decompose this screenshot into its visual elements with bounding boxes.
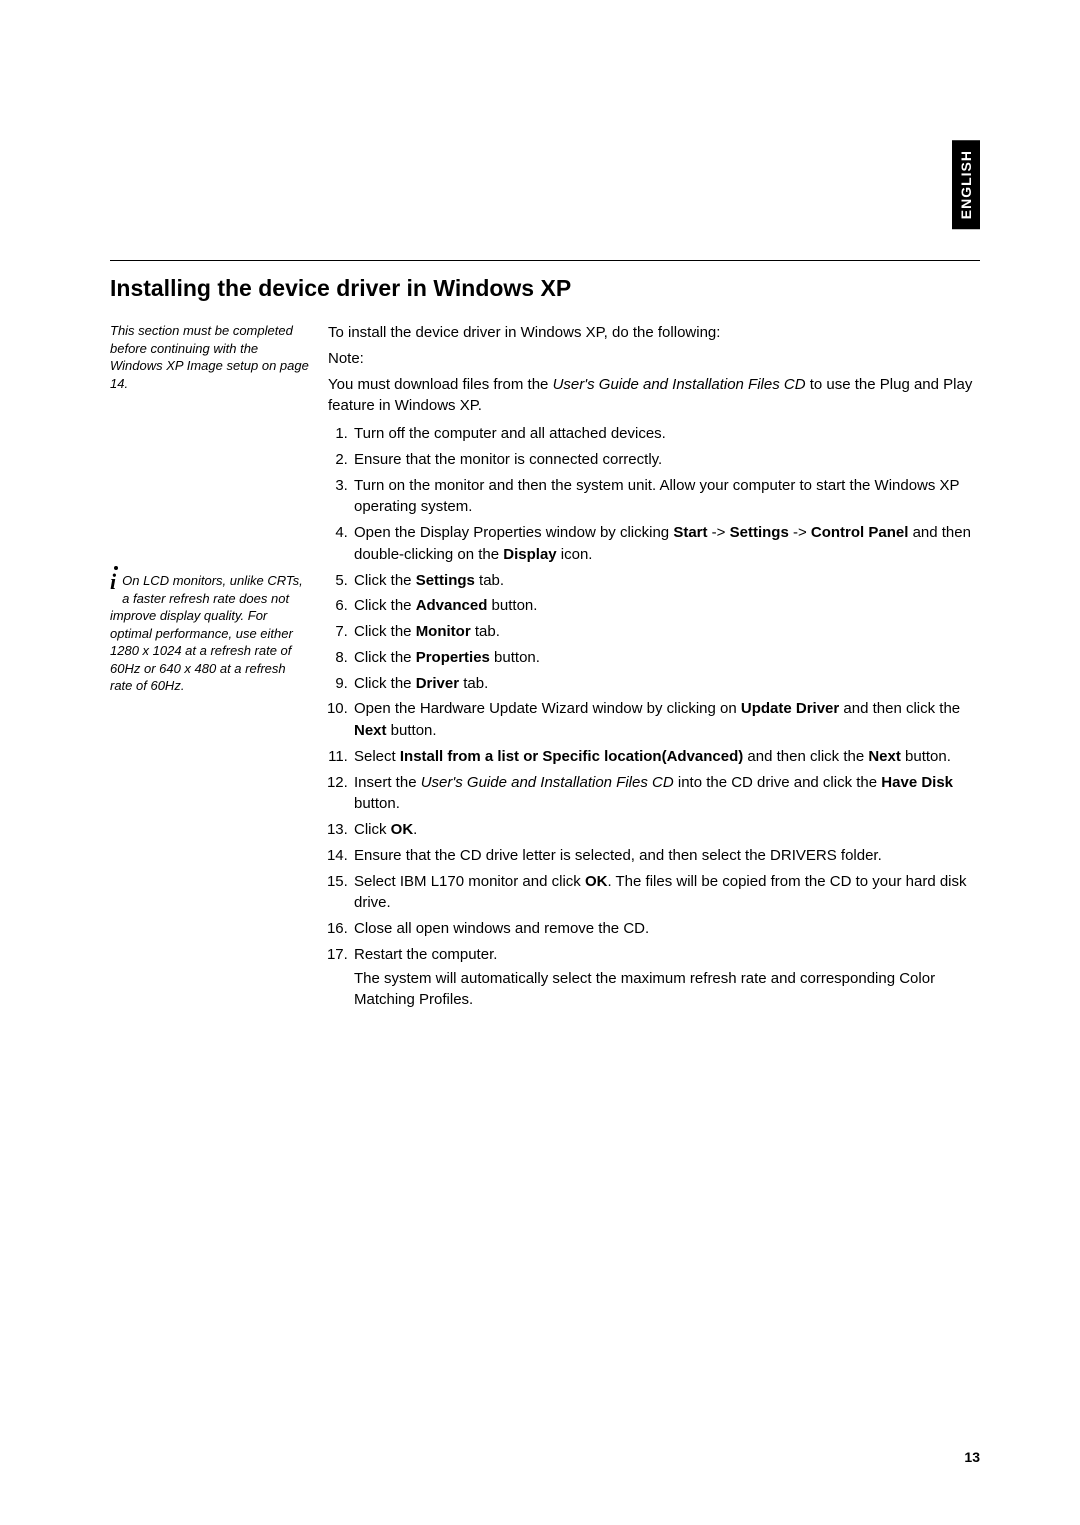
language-tab: ENGLISH xyxy=(952,140,980,229)
s8-a: Click the xyxy=(354,649,416,666)
side-note-1: This section must be completed before co… xyxy=(110,322,310,392)
arrow: -> xyxy=(708,524,730,541)
s17-cont: The system will automatically select the… xyxy=(354,968,980,1012)
s7-a: Click the xyxy=(354,623,416,640)
s7-b: Monitor xyxy=(416,623,471,640)
s11-b2: Next xyxy=(868,748,901,765)
step-8: Click the Properties button. xyxy=(352,647,980,669)
step-15: Select IBM L170 monitor and click OK. Th… xyxy=(352,871,980,915)
s12-mid: into the CD drive and click the xyxy=(674,774,882,791)
s15-b: OK xyxy=(585,873,608,890)
step-9: Click the Driver tab. xyxy=(352,673,980,695)
s13-end: . xyxy=(413,821,417,838)
step-3: Turn on the monitor and then the system … xyxy=(352,475,980,519)
s6-a: Click the xyxy=(354,597,416,614)
note-body: You must download files from the User's … xyxy=(328,374,980,418)
s6-b: Advanced xyxy=(416,597,488,614)
s9-b: Driver xyxy=(416,675,459,692)
main-column: To install the device driver in Windows … xyxy=(328,322,980,1015)
s5-a: Click the xyxy=(354,572,416,589)
s5-b: Settings xyxy=(416,572,475,589)
page-number: 13 xyxy=(964,1449,980,1465)
s13-a: Click xyxy=(354,821,391,838)
info-icon: i xyxy=(110,572,116,592)
s4-b2: Settings xyxy=(730,524,789,541)
s5-c: tab. xyxy=(475,572,504,589)
s9-c: tab. xyxy=(459,675,488,692)
note-pre: You must download files from the xyxy=(328,376,553,393)
side-column: This section must be completed before co… xyxy=(110,322,328,695)
s10-b1: Update Driver xyxy=(741,700,839,717)
s10-mid: and then click the xyxy=(839,700,960,717)
step-13: Click OK. xyxy=(352,819,980,841)
step-2: Ensure that the monitor is connected cor… xyxy=(352,449,980,471)
s11-mid: and then click the xyxy=(743,748,868,765)
s12-a: Insert the xyxy=(354,774,421,791)
note-ital: User's Guide and Installation Files CD xyxy=(553,376,806,393)
step-11: Select Install from a list or Specific l… xyxy=(352,746,980,768)
s12-i: User's Guide and Installation Files CD xyxy=(421,774,674,791)
s4-end: icon. xyxy=(557,546,593,563)
s11-b: Install from a list or Specific location… xyxy=(400,748,743,765)
s8-c: button. xyxy=(490,649,540,666)
s7-c: tab. xyxy=(471,623,500,640)
s4-a: Open the Display Properties window by cl… xyxy=(354,524,673,541)
s12-end: button. xyxy=(354,795,400,812)
s11-end: button. xyxy=(901,748,951,765)
step-7: Click the Monitor tab. xyxy=(352,621,980,643)
step-14: Ensure that the CD drive letter is selec… xyxy=(352,845,980,867)
s13-b: OK xyxy=(391,821,414,838)
s12-b: Have Disk xyxy=(881,774,953,791)
step-10: Open the Hardware Update Wizard window b… xyxy=(352,698,980,742)
step-4: Open the Display Properties window by cl… xyxy=(352,522,980,566)
page-title: Installing the device driver in Windows … xyxy=(110,275,980,302)
s10-a: Open the Hardware Update Wizard window b… xyxy=(354,700,741,717)
step-1: Turn off the computer and all attached d… xyxy=(352,423,980,445)
s9-a: Click the xyxy=(354,675,416,692)
step-5: Click the Settings tab. xyxy=(352,570,980,592)
side-note-2: i On LCD monitors, unlike CRTs, a faster… xyxy=(110,572,310,695)
s4-b4: Display xyxy=(503,546,556,563)
horizontal-rule xyxy=(110,260,980,261)
steps-list: Turn off the computer and all attached d… xyxy=(328,423,980,1011)
s10-end: button. xyxy=(387,722,437,739)
s4-b1: Start xyxy=(673,524,707,541)
step-16: Close all open windows and remove the CD… xyxy=(352,918,980,940)
s6-c: button. xyxy=(487,597,537,614)
note-label: Note: xyxy=(328,348,980,370)
step-12: Insert the User's Guide and Installation… xyxy=(352,772,980,816)
step-17: Restart the computer. The system will au… xyxy=(352,944,980,1011)
step-6: Click the Advanced button. xyxy=(352,595,980,617)
side-note-2-text: On LCD monitors, unlike CRTs, a faster r… xyxy=(110,573,303,693)
s17-text: Restart the computer. xyxy=(354,946,497,963)
intro-line: To install the device driver in Windows … xyxy=(328,322,980,344)
s10-b2: Next xyxy=(354,722,387,739)
s8-b: Properties xyxy=(416,649,490,666)
arrow2: -> xyxy=(789,524,811,541)
s11-a: Select xyxy=(354,748,400,765)
s4-b3: Control Panel xyxy=(811,524,909,541)
s15-a: Select IBM L170 monitor and click xyxy=(354,873,585,890)
